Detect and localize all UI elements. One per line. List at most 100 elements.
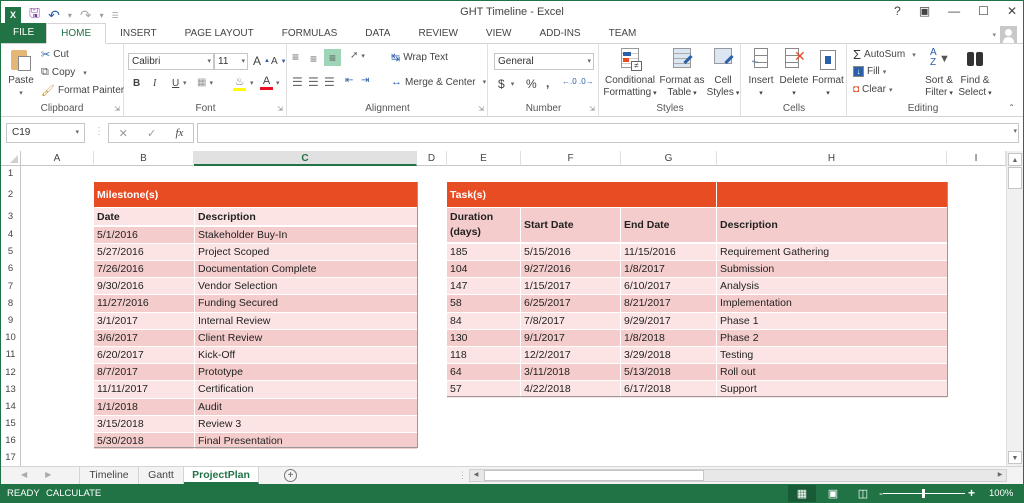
account-area[interactable]: ▾ — [992, 26, 1017, 43]
tab-formulas[interactable]: FORMULAS — [268, 24, 352, 43]
enter-icon[interactable]: ✓ — [147, 127, 156, 140]
formula-input[interactable] — [197, 123, 1019, 143]
tab-view[interactable]: VIEW — [472, 24, 526, 43]
row-header-5[interactable]: 5 — [1, 243, 21, 261]
number-format-select[interactable]: General ▾ — [494, 53, 594, 70]
milestone-description-cell[interactable]: Certification — [195, 381, 417, 398]
sheet-tab-timeline[interactable]: Timeline — [79, 467, 139, 484]
previous-sheet-icon[interactable]: ◀ — [21, 470, 27, 479]
task-description-cell[interactable]: Phase 1 — [717, 312, 947, 329]
tasks-title-blank-cell[interactable] — [717, 182, 947, 207]
tab-data[interactable]: DATA — [351, 24, 404, 43]
page-layout-view-button[interactable]: ▣ — [819, 485, 847, 502]
milestone-description-cell[interactable]: Funding Secured — [195, 295, 417, 312]
tab-insert[interactable]: INSERT — [106, 24, 171, 43]
font-launcher-icon[interactable]: ⇲ — [277, 105, 283, 113]
task-end-date-cell[interactable]: 1/8/2017 — [621, 260, 716, 278]
row-header-17[interactable]: 17 — [1, 449, 21, 466]
tasks-header-duration[interactable]: Duration (days) — [447, 208, 520, 242]
tasks-header-end-date[interactable]: End Date — [621, 208, 716, 242]
milestone-description-cell[interactable]: Final Presentation — [195, 432, 417, 450]
vertical-scrollbar[interactable]: ▲ ▼ — [1006, 151, 1023, 466]
task-end-date-cell[interactable]: 3/29/2018 — [621, 346, 716, 364]
row-header-2[interactable]: 2 — [1, 182, 21, 208]
row-header-3[interactable]: 3 — [1, 208, 21, 226]
insert-function-icon[interactable]: fx — [175, 127, 183, 139]
task-duration-cell[interactable]: 104 — [447, 260, 520, 278]
fill-button[interactable]: ↓ Fill ▾ — [853, 66, 886, 77]
task-start-date-cell[interactable]: 9/27/2016 — [521, 260, 620, 278]
cell-styles-button[interactable]: Cell Styles ▾ — [706, 48, 740, 100]
task-start-date-cell[interactable]: 6/25/2017 — [521, 295, 620, 312]
milestones-header-description[interactable]: Description — [195, 208, 417, 225]
underline-button[interactable]: U — [172, 78, 179, 89]
task-end-date-cell[interactable]: 11/15/2016 — [621, 243, 716, 261]
tab-splitter-icon[interactable]: ⋮ — [458, 470, 467, 481]
milestones-title-cell[interactable]: Milestone(s) — [94, 182, 417, 207]
milestone-date-cell[interactable]: 3/15/2018 — [94, 415, 194, 433]
format-cells-button[interactable]: Format ▾ — [811, 48, 845, 100]
top-align-button[interactable]: ≡ — [292, 50, 299, 64]
scroll-right-icon[interactable]: ▶ — [994, 470, 1006, 481]
spreadsheet-grid[interactable]: ABCDEFGHI 1 2 3 4 5 6 7 8 9 10 11 12 13 14 15 16 17 Mile… — [1, 151, 1023, 466]
task-description-cell[interactable]: Requirement Gathering — [717, 243, 947, 261]
task-duration-cell[interactable]: 118 — [447, 346, 520, 364]
orientation-button[interactable]: ➚ ▾ — [350, 50, 365, 61]
decrease-indent-button[interactable]: ⇤ — [345, 75, 353, 86]
normal-view-button[interactable]: ▦ — [788, 485, 816, 502]
scroll-up-icon[interactable]: ▲ — [1008, 153, 1022, 166]
alignment-launcher-icon[interactable]: ⇲ — [478, 105, 484, 113]
comma-button[interactable]: , — [546, 76, 549, 90]
milestone-date-cell[interactable]: 11/11/2017 — [94, 381, 194, 398]
milestone-description-cell[interactable]: Client Review — [195, 329, 417, 347]
conditional-formatting-button[interactable]: ≠ Conditional Formatting ▾ — [602, 48, 658, 100]
task-duration-cell[interactable]: 147 — [447, 278, 520, 295]
font-size-select[interactable]: 11 ▾ — [214, 53, 248, 70]
format-as-table-button[interactable]: Format as Table ▾ — [658, 48, 706, 100]
horizontal-scroll-thumb[interactable] — [484, 470, 704, 481]
row-header-14[interactable]: 14 — [1, 398, 21, 416]
italic-button[interactable]: I — [153, 78, 156, 89]
paste-button[interactable]: Paste ▾ — [7, 48, 35, 100]
row-header-9[interactable]: 9 — [1, 312, 21, 330]
task-duration-cell[interactable]: 130 — [447, 329, 520, 347]
row-header-8[interactable]: 8 — [1, 294, 21, 312]
maximize-icon[interactable]: ☐ — [978, 4, 989, 18]
zoom-slider-knob[interactable] — [922, 489, 925, 498]
sheet-tab-projectplan[interactable]: ProjectPlan — [184, 467, 259, 484]
task-end-date-cell[interactable]: 9/29/2017 — [621, 312, 716, 329]
task-description-cell[interactable]: Phase 2 — [717, 329, 947, 347]
increase-decimal-button[interactable]: ←.0 — [562, 77, 577, 86]
format-painter-button[interactable]: 🖌 Format Painter — [41, 84, 124, 97]
milestone-date-cell[interactable]: 6/20/2017 — [94, 346, 194, 364]
row-header-11[interactable]: 11 — [1, 346, 21, 364]
column-header-i[interactable]: I — [947, 151, 1006, 166]
tab-add-ins[interactable]: ADD-INS — [525, 24, 594, 43]
borders-button[interactable]: ▦ ▾ — [197, 77, 213, 88]
row-header-7[interactable]: 7 — [1, 277, 21, 295]
align-right-button[interactable]: ☰ — [324, 75, 335, 89]
task-duration-cell[interactable]: 57 — [447, 381, 520, 398]
scroll-down-icon[interactable]: ▼ — [1008, 451, 1022, 464]
task-end-date-cell[interactable]: 5/13/2018 — [621, 364, 716, 381]
milestone-description-cell[interactable]: Audit — [195, 398, 417, 415]
tab-page-layout[interactable]: PAGE LAYOUT — [171, 24, 268, 43]
number-launcher-icon[interactable]: ⇲ — [589, 105, 595, 113]
fill-color-button[interactable]: ♨ — [233, 75, 246, 91]
column-header-b[interactable]: B — [94, 151, 194, 166]
ribbon-display-icon[interactable]: ▣ — [919, 4, 930, 18]
horizontal-scrollbar[interactable]: ◀ ▶ — [469, 469, 1007, 482]
row-header-6[interactable]: 6 — [1, 260, 21, 278]
column-header-h[interactable]: H — [717, 151, 947, 166]
tab-review[interactable]: REVIEW — [404, 24, 471, 43]
fill-color-dropdown-icon[interactable]: ▾ — [250, 79, 254, 87]
task-start-date-cell[interactable]: 3/11/2018 — [521, 364, 620, 381]
sheet-tab-gantt[interactable]: Gantt — [139, 467, 184, 484]
align-center-button[interactable]: ☰ — [308, 75, 319, 89]
task-end-date-cell[interactable]: 6/17/2018 — [621, 381, 716, 398]
percent-button[interactable]: % — [526, 77, 537, 91]
merge-center-button[interactable]: ↔ Merge & Center ▾ — [391, 76, 486, 88]
page-break-view-button[interactable]: ◫ — [849, 485, 877, 502]
align-left-button[interactable]: ☰ — [292, 75, 303, 89]
font-color-button[interactable]: A — [260, 75, 273, 90]
